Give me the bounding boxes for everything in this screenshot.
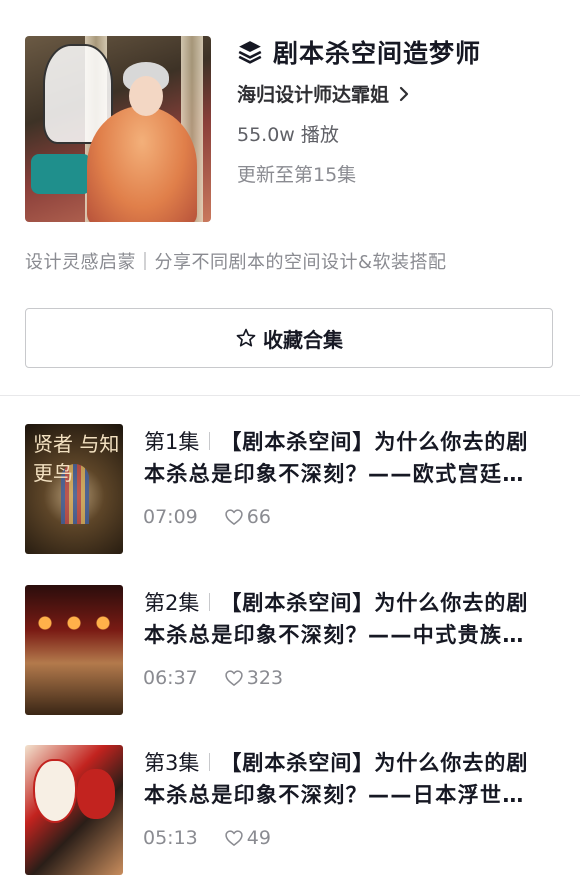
layers-icon	[238, 41, 262, 64]
author-link[interactable]: 海归设计师达霏姐	[237, 80, 409, 107]
cover-chair	[31, 154, 91, 194]
cover-gown	[87, 106, 197, 222]
star-outline-icon	[236, 328, 256, 347]
collection-title-row: 剧本杀空间造梦师	[237, 34, 481, 70]
title-separator	[209, 593, 211, 611]
episode-duration: 07:09	[143, 506, 198, 528]
episode-like-count: 66	[246, 506, 271, 528]
collect-collection-button[interactable]: 收藏合集	[25, 308, 553, 368]
title-separator	[209, 432, 211, 450]
episode-meta: 06:37 323	[143, 667, 283, 689]
episode-like-count: 49	[246, 827, 271, 849]
episode-thumbnail[interactable]	[25, 585, 123, 715]
episode-item[interactable]: 贤者 与知更鸟 第1集 【剧本杀空间】为什么你去的剧 本杀总是印象不深刻？——欧…	[25, 424, 565, 556]
episode-thumbnail[interactable]	[25, 745, 123, 875]
collection-header: 剧本杀空间造梦师 海归设计师达霏姐 55.0w 播放 更新至第15集	[0, 0, 580, 240]
episode-title[interactable]: 【剧本杀空间】为什么你去的剧	[220, 426, 528, 456]
episode-title[interactable]: 【剧本杀空间】为什么你去的剧	[220, 587, 528, 617]
heart-outline-icon	[225, 670, 243, 686]
episode-title-row: 第3集 【剧本杀空间】为什么你去的剧	[144, 747, 528, 777]
episode-thumbnail[interactable]: 贤者 与知更鸟	[25, 424, 123, 554]
play-count: 55.0w 播放	[237, 124, 339, 146]
chevron-right-icon[interactable]	[399, 86, 409, 102]
thumbnail-fox-mask	[33, 759, 77, 823]
collect-button-label[interactable]: 收藏合集	[263, 324, 343, 353]
cover-face	[129, 76, 163, 116]
heart-outline-icon	[225, 830, 243, 846]
collection-cover-image[interactable]	[25, 36, 211, 222]
thumbnail-lanterns	[35, 611, 113, 635]
episode-title-continued[interactable]: 本杀总是印象不深刻？——中式贵族…	[144, 619, 525, 649]
episode-number: 第3集	[144, 751, 200, 775]
episode-title-row: 第2集 【剧本杀空间】为什么你去的剧	[144, 587, 528, 617]
collection-description: 设计灵感启蒙｜分享不同剧本的空间设计&软装搭配	[25, 252, 447, 273]
heart-outline-icon	[225, 509, 243, 525]
author-name[interactable]: 海归设计师达霏姐	[237, 80, 389, 107]
episode-title-row: 第1集 【剧本杀空间】为什么你去的剧	[144, 426, 528, 456]
update-status: 更新至第15集	[237, 164, 357, 186]
collection-title: 剧本杀空间造梦师	[273, 39, 482, 68]
episode-title-continued[interactable]: 本杀总是印象不深刻？——欧式宫廷…	[144, 458, 525, 488]
episode-title[interactable]: 【剧本杀空间】为什么你去的剧	[220, 747, 528, 777]
episode-duration: 06:37	[143, 667, 198, 689]
episode-meta: 07:09 66	[143, 506, 271, 528]
episode-item[interactable]: 第3集 【剧本杀空间】为什么你去的剧 本杀总是印象不深刻？——日本浮世… 05:…	[25, 745, 565, 877]
episode-like-count: 323	[246, 667, 284, 689]
thumbnail-title-text: 贤者 与知更鸟	[33, 432, 120, 485]
episode-number: 第2集	[144, 591, 200, 615]
episode-meta: 05:13 49	[143, 827, 271, 849]
section-divider	[0, 395, 580, 396]
episode-duration: 05:13	[143, 827, 198, 849]
episode-title-continued[interactable]: 本杀总是印象不深刻？——日本浮世…	[144, 779, 525, 809]
episode-number: 第1集	[144, 430, 200, 454]
title-separator	[209, 753, 211, 771]
episode-item[interactable]: 第2集 【剧本杀空间】为什么你去的剧 本杀总是印象不深刻？——中式贵族… 06:…	[25, 585, 565, 717]
thumbnail-red-mask	[77, 769, 115, 819]
